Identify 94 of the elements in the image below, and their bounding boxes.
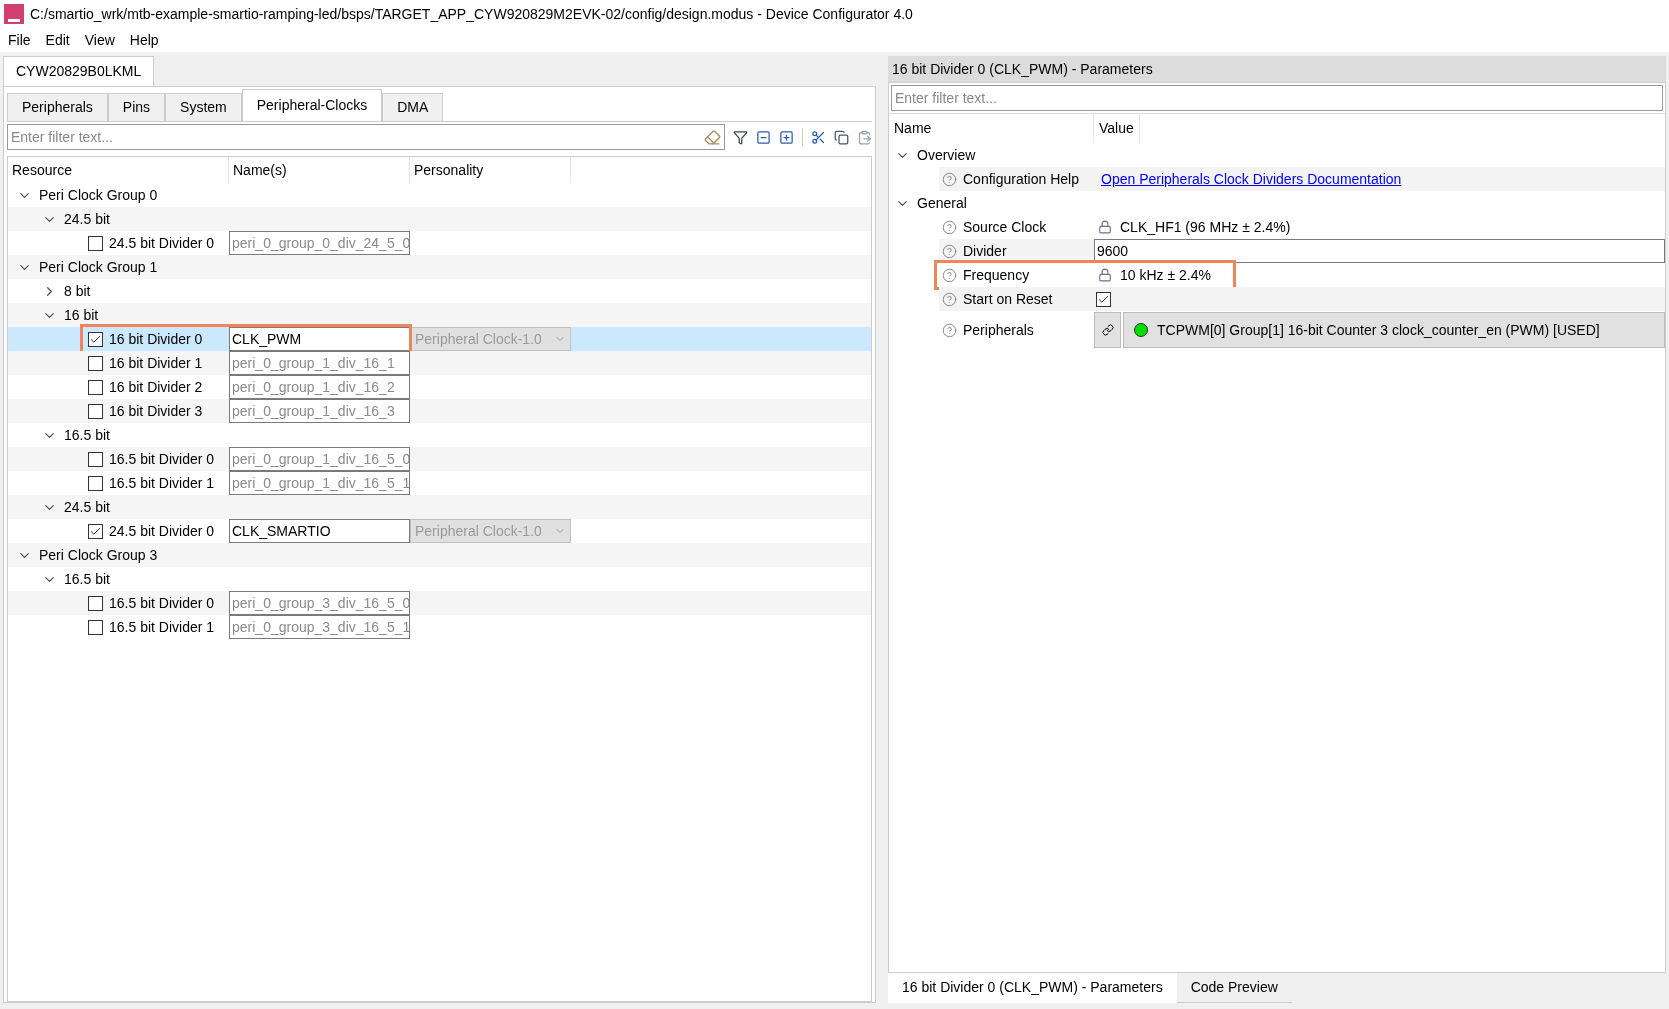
tree-group-label[interactable]: 24.5 bit — [64, 496, 110, 518]
checkbox[interactable] — [88, 355, 103, 371]
expand-all-icon[interactable] — [779, 129, 794, 145]
name-field[interactable]: peri_0_group_1_div_16_1 — [229, 351, 410, 375]
window-title: C:/smartio_wrk/mtb-example-smartio-ramping-led/bsps/TARGET_APP_CYW920829M2EVK-02/config/design.modus - Device Configurator 4.0 — [30, 4, 913, 24]
collapse-all-icon[interactable] — [756, 129, 771, 145]
tree-group-label[interactable]: 24.5 bit — [64, 208, 110, 230]
link-button[interactable] — [1094, 312, 1121, 348]
filter-field[interactable]: Enter filter text... — [7, 124, 725, 150]
checkbox[interactable] — [88, 523, 103, 539]
name-field[interactable]: CLK_SMARTIO — [229, 519, 410, 543]
divider-label: 16.5 bit Divider 1 — [109, 617, 215, 637]
tree-group-label[interactable]: 16.5 bit — [64, 424, 110, 446]
copy-icon[interactable] — [834, 129, 849, 145]
tree-row[interactable]: 16 bit Divider 0 CLK_PWM Peripheral Clock-1.0 — [8, 327, 871, 351]
checkbox[interactable] — [88, 403, 103, 419]
help-icon[interactable] — [942, 243, 957, 259]
checkbox[interactable] — [88, 619, 103, 635]
section-label[interactable]: Overview — [917, 144, 976, 166]
checkbox[interactable] — [88, 475, 103, 491]
tree-group-label[interactable]: 16.5 bit — [64, 568, 110, 590]
peripheral-label: TCPWM[0] Group[1] 16-bit Counter 3 clock_counter_en (PWM) [USED] — [1157, 320, 1600, 340]
divider-label: 16.5 bit Divider 0 — [109, 449, 215, 469]
tab[interactable]: DMA — [382, 93, 444, 121]
divider-label: 16.5 bit Divider 1 — [109, 473, 215, 493]
divider-label: 16 bit Divider 3 — [109, 401, 203, 421]
param-value: CLK_HF1 (96 MHz ± 2.4%) — [1120, 217, 1291, 237]
menu-item[interactable]: File — [8, 29, 31, 51]
tree-group-label[interactable]: Peri Clock Group 3 — [39, 544, 158, 566]
param-name: Source Clock — [963, 217, 1047, 237]
name-field[interactable]: CLK_PWM — [229, 327, 410, 351]
link-icon — [1101, 324, 1114, 336]
tree-group-label[interactable]: 8 bit — [64, 280, 91, 302]
param-name: Divider — [963, 241, 1007, 261]
lock-icon — [1098, 268, 1112, 282]
help-icon[interactable] — [942, 322, 957, 338]
param-name: Peripherals — [963, 320, 1034, 340]
name-field[interactable]: peri_0_group_1_div_16_5_0 — [229, 447, 410, 471]
tab[interactable]: Peripherals — [7, 93, 108, 121]
tree-row[interactable]: 16.5 bit Divider 0 peri_0_group_3_div_16_5_0 — [8, 591, 871, 615]
menu-item[interactable]: Help — [129, 29, 159, 51]
divider-label: 24.5 bit Divider 0 — [109, 521, 215, 541]
menu-item[interactable]: View — [84, 29, 115, 51]
column-header[interactable]: Value — [1094, 114, 1140, 143]
help-icon[interactable] — [942, 219, 957, 235]
tree-row[interactable]: 16 bit Divider 1 peri_0_group_1_div_16_1 — [8, 351, 871, 375]
tree-row[interactable]: 16 bit Divider 3 peri_0_group_1_div_16_3 — [8, 399, 871, 423]
name-field[interactable]: peri_0_group_3_div_16_5_1 — [229, 615, 410, 639]
eraser-icon[interactable] — [704, 128, 721, 146]
checkbox[interactable] — [88, 331, 103, 347]
paste-icon[interactable] — [857, 129, 872, 145]
tab[interactable]: System — [165, 93, 242, 121]
tree-group-label[interactable]: Peri Clock Group 0 — [39, 184, 158, 206]
divider-label: 16 bit Divider 0 — [109, 329, 203, 349]
panel-title: 16 bit Divider 0 (CLK_PWM) - Parameters — [888, 56, 1666, 82]
filter-input[interactable]: Enter filter text... — [11, 126, 704, 148]
name-field[interactable]: peri_0_group_1_div_16_3 — [229, 399, 410, 423]
checkbox[interactable] — [88, 235, 103, 251]
tab[interactable]: Peripheral-Clocks — [241, 89, 383, 121]
param-name: Configuration Help — [963, 169, 1079, 189]
help-icon[interactable] — [942, 267, 957, 283]
name-field[interactable]: peri_0_group_0_div_24_5_0 — [229, 231, 410, 255]
tab[interactable]: 16 bit Divider 0 (CLK_PWM) - Parameters — [888, 973, 1177, 1003]
checkbox[interactable] — [88, 451, 103, 467]
param-name: Frequency — [963, 265, 1030, 285]
tree-group-label[interactable]: Peri Clock Group 1 — [39, 256, 158, 278]
help-icon[interactable] — [942, 171, 957, 187]
name-field[interactable]: peri_0_group_1_div_16_2 — [229, 375, 410, 399]
tree-row[interactable]: 16.5 bit Divider 0 peri_0_group_1_div_16_5_0 — [8, 447, 871, 471]
checkbox[interactable] — [1096, 291, 1111, 307]
app-logo-icon — [4, 4, 24, 24]
filter-icon[interactable] — [733, 129, 748, 145]
checkbox[interactable] — [88, 379, 103, 395]
name-field[interactable]: peri_0_group_1_div_16_5_1 — [229, 471, 410, 495]
divider-label: 24.5 bit Divider 0 — [109, 233, 215, 253]
peripheral-entry[interactable]: TCPWM[0] Group[1] 16-bit Counter 3 clock_counter_en (PWM) [USED] — [1123, 312, 1665, 348]
checkbox[interactable] — [88, 595, 103, 611]
name-field[interactable]: peri_0_group_3_div_16_5_0 — [229, 591, 410, 615]
device-tab[interactable]: CYW20829B0LKML — [3, 56, 155, 86]
divider-label: 16 bit Divider 2 — [109, 377, 203, 397]
help-icon[interactable] — [942, 291, 957, 307]
param-name: Start on Reset — [963, 289, 1053, 309]
menu-item[interactable]: Edit — [45, 29, 70, 51]
filter-field[interactable]: Enter filter text... — [891, 85, 1663, 111]
tab[interactable]: Pins — [107, 93, 166, 121]
divider-label: 16.5 bit Divider 0 — [109, 593, 215, 613]
divider-label: 16 bit Divider 1 — [109, 353, 203, 373]
param-value: 10 kHz ± 2.4% — [1120, 265, 1211, 285]
divider-input[interactable]: 9600 — [1094, 239, 1665, 263]
column-header[interactable]: Name — [889, 114, 1094, 143]
lock-icon — [1098, 220, 1112, 234]
section-label[interactable]: General — [917, 192, 967, 214]
cut-icon[interactable] — [811, 129, 826, 145]
tree-group-label[interactable]: 16 bit — [64, 304, 99, 326]
